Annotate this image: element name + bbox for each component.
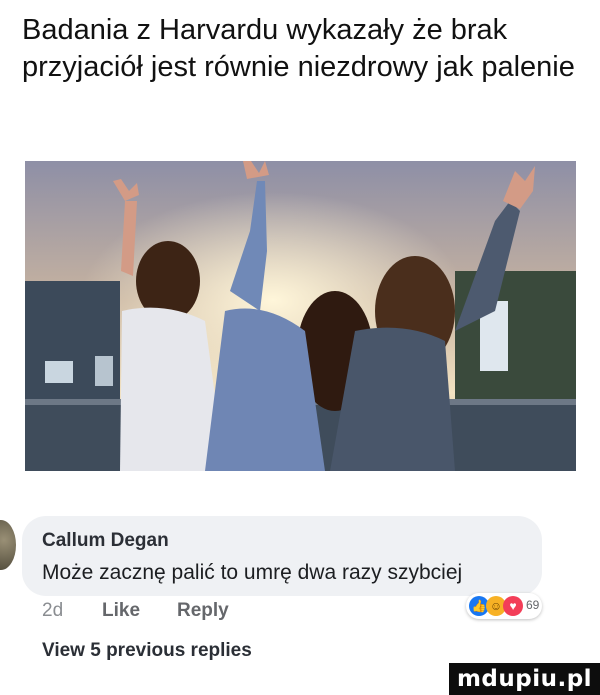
love-icon: ♥	[503, 596, 523, 616]
comment-timestamp[interactable]: 2d	[42, 600, 63, 622]
like-button[interactable]: Like	[102, 600, 140, 622]
friends-sunset-photo	[25, 161, 576, 471]
reply-button[interactable]: Reply	[177, 600, 229, 622]
view-previous-replies-link[interactable]: View 5 previous replies	[42, 640, 252, 662]
headline: Badania z Harvardu wykazały że brak przy…	[22, 14, 575, 83]
watermark-logo: mdupiu.pl	[449, 663, 600, 695]
avatar[interactable]	[0, 520, 16, 570]
comment-text: Może zacznę palić to umrę dwa razy szybc…	[42, 561, 463, 584]
comment-author[interactable]: Callum Degan	[42, 530, 169, 552]
reaction-count: 69	[526, 598, 540, 612]
reaction-summary[interactable]: 👍 ☺ ♥ 69	[466, 593, 542, 619]
